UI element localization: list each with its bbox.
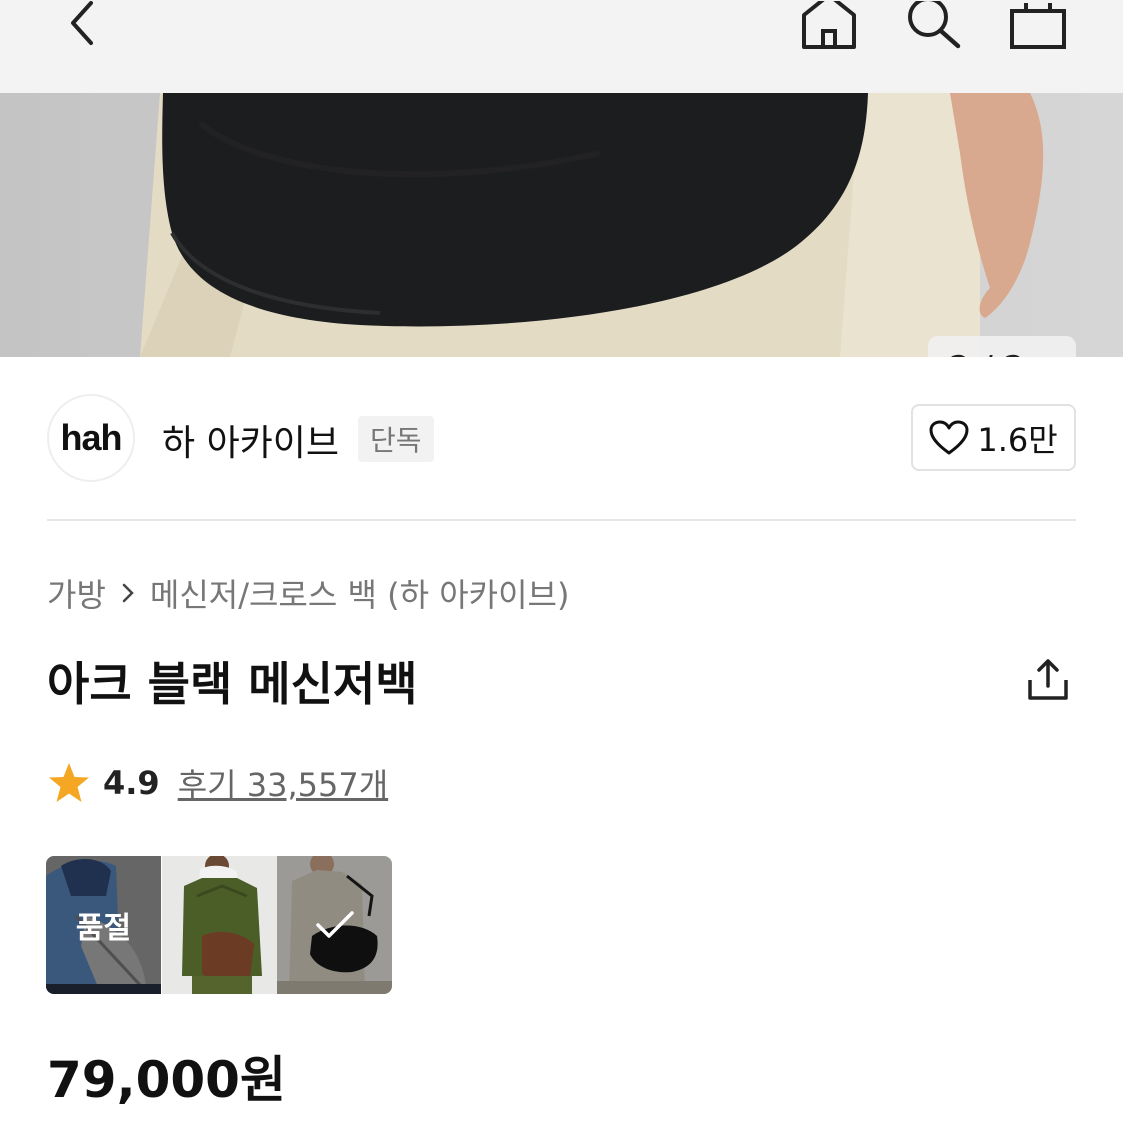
product-title: 아크 블랙 메신저백 [47, 657, 418, 711]
review-count-link[interactable]: 후기 33,557개 [178, 760, 388, 806]
search-button[interactable] [900, 0, 966, 52]
like-count: 1.6만 [977, 420, 1058, 459]
like-button[interactable]: 1.6만 [911, 404, 1076, 471]
shopping-bag-button[interactable] [1004, 0, 1070, 52]
breadcrumb-category[interactable]: 가방 [47, 570, 106, 616]
rating-score: 4.9 [103, 764, 160, 802]
variant-thumbnail-blue[interactable]: 품절 [46, 856, 161, 994]
brand-logo[interactable]: hah [47, 394, 135, 482]
share-button[interactable] [1022, 654, 1074, 706]
exclusive-badge: 단독 [358, 416, 434, 462]
product-image-gallery[interactable]: 2 / 2 [0, 93, 1123, 357]
brand-name[interactable]: 하 아카이브 [162, 414, 339, 466]
checkmark-icon [315, 911, 354, 938]
sold-out-label: 품절 [75, 911, 132, 946]
variant-thumbnail-black[interactable] [277, 856, 392, 994]
image-pager[interactable]: 2 / 2 [928, 336, 1076, 357]
divider [47, 519, 1076, 521]
back-button[interactable] [56, 0, 108, 48]
variant-thumbnail-brown[interactable] [161, 856, 277, 994]
home-button[interactable] [796, 0, 862, 52]
brand-logo-text: hah [60, 417, 122, 458]
chevron-right-icon [1039, 356, 1055, 357]
product-photo [0, 93, 1123, 357]
top-navigation-bar [0, 0, 1123, 93]
heart-icon [929, 420, 969, 454]
sold-out-overlay: 품절 [46, 856, 161, 994]
product-price: 79,000원 [47, 1051, 286, 1109]
variant-photo [161, 856, 277, 994]
chevron-left-icon [71, 1, 93, 45]
share-icon [1028, 659, 1068, 700]
star-icon [49, 763, 89, 802]
rating-row: 4.9 후기 33,557개 [47, 760, 388, 806]
breadcrumb-subcategory[interactable]: 메신저/크로스 백 (하 아카이브) [150, 570, 570, 616]
shopping-bag-icon [1010, 3, 1066, 49]
chevron-right-icon [120, 581, 136, 605]
selected-overlay [277, 856, 392, 994]
search-icon [908, 1, 961, 49]
breadcrumb: 가방 메신저/크로스 백 (하 아카이브) [47, 570, 569, 616]
pager-text: 2 / 2 [949, 349, 1025, 357]
home-icon [802, 1, 856, 49]
color-variant-selector: 품절 [46, 856, 392, 994]
